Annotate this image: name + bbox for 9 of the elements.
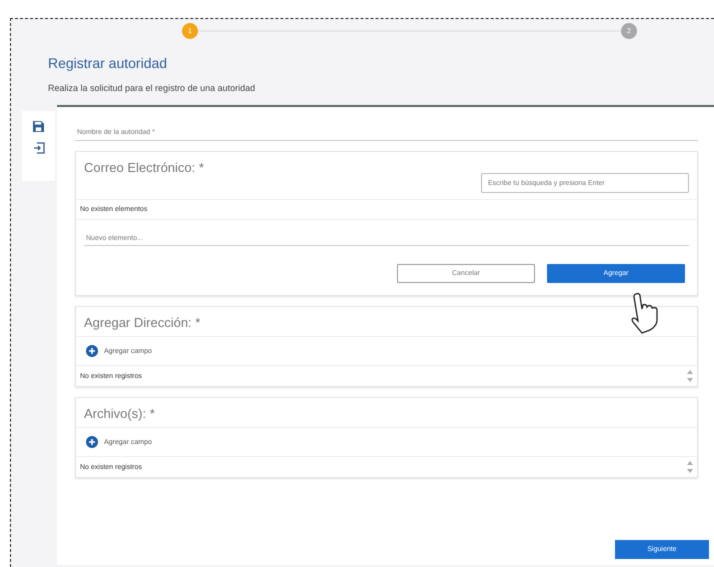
page-subtitle: Realiza la solicitud para el registro de una autoridad [48, 83, 256, 93]
card-title: Correo Electrónico: * [84, 160, 205, 175]
card-title: Agregar Dirección: * [84, 315, 202, 330]
login-icon[interactable] [32, 142, 44, 154]
plus-circle-icon[interactable] [86, 345, 98, 357]
card-title: Archivo(s): * [84, 406, 156, 421]
plus-circle-icon[interactable] [86, 436, 98, 448]
save-icon[interactable] [33, 121, 44, 132]
page-title: Registrar autoridad [48, 55, 168, 71]
